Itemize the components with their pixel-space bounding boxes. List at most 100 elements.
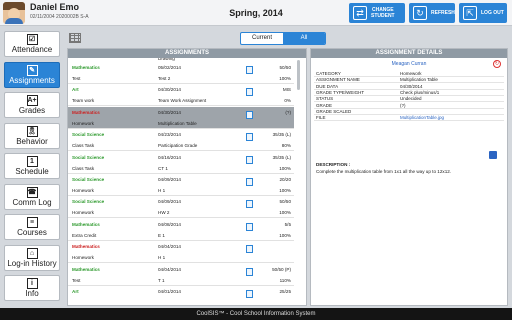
partial-row-title: Drawing [158,58,175,61]
percent: 100% [279,210,291,216]
logout-button[interactable]: ⇱ LOG OUT [459,3,507,23]
assignment-title: H 1 [158,188,166,193]
pencil-icon: ✎ [26,64,38,76]
grid-view-icon[interactable] [69,33,81,43]
assignment-details-panel: ASSIGNMENT DETAILS Meagan Curran ↻ CATEG… [310,48,508,306]
filter-current-button[interactable]: Current [241,33,283,44]
filter-toggle: Current All [240,32,326,45]
sidebar-item-assignments[interactable]: ✎ Assignments [4,61,60,88]
due-date: 04/23/2014 [158,132,181,138]
logout-label: LOG OUT [481,10,504,16]
document-icon[interactable] [246,66,253,74]
document-icon[interactable] [246,88,253,97]
detail-value: Multiplication Table [400,77,438,83]
sidebar-item-label: Courses [17,228,47,237]
due-date: 05/02/2014 [158,65,181,70]
detail-key: GRADE SCALED [316,108,352,114]
refresh-button[interactable]: ↻ REFRESH [409,3,455,23]
sidebar-item-behavior[interactable]: 🎗 Behavior [4,122,60,149]
sidebar-item-info[interactable]: i Info [4,275,60,301]
course-name: Art [72,289,79,294]
detail-row: STATUS Undecided [314,96,504,103]
course-name: Mathematics [72,244,100,250]
document-icon[interactable] [246,222,253,231]
student-name: Daniel Emo [30,2,80,12]
assignments-list[interactable]: Drawing Mathematics 05/02/2014 50/50 Test Tes… [68,58,306,305]
document-icon[interactable] [246,178,253,186]
refresh-label: REFRESH [431,10,455,16]
detail-key: CATEGORY [316,71,341,76]
sidebar-item-label: Schedule [15,167,49,176]
assignment-row[interactable]: Mathematics 04/04/2014 50/50 (P) Test T 1 110… [68,264,294,286]
sidebar-item-schedule[interactable]: 1 Schedule [4,153,60,179]
assignment-row[interactable]: Art 04/30/2014 MIS Team work Team Work Assig… [68,84,294,107]
sidebar-item-log-in-history[interactable]: ⌂ Log-in History [4,244,60,271]
list-scrollbar[interactable] [297,60,300,90]
assignment-title: H 1 [158,255,166,261]
swap-arrows-icon: ⇄ [353,6,367,20]
sidebar-item-label: Log-in History [7,258,57,268]
document-icon[interactable] [246,245,253,254]
assignments-title: ASSIGNMENTS [68,49,306,58]
assignment-title: Multiplication Table [158,120,197,126]
score: 35/35 (L) [272,132,291,138]
grade-card-icon: A+ [26,95,38,106]
detail-value: 04/30/2014 [400,83,423,89]
refresh-icon: ↻ [413,6,427,20]
sidebar-item-attendance[interactable]: ☑ Attendance [4,31,60,57]
detail-row: GRADE SCALED [314,109,504,115]
assignment-type: Class Task [72,165,95,171]
document-icon[interactable] [246,155,253,164]
percent: 100% [279,188,291,193]
footer-bar: CoolSIS™ - Cool School Information Syste… [0,308,512,320]
assignment-type: Test [72,277,81,283]
detail-row: FILE MultiplicationTable.jpg [314,115,504,122]
sidebar-item-comm-log[interactable]: ☎ Comm Log [4,183,60,210]
checkbox-icon: ☑ [26,34,38,45]
assignment-row[interactable]: Social Science 04/09/2014 20/20 Homework H 1… [68,174,294,196]
due-date: 04/08/2014 [158,221,181,227]
detail-key: FILE [316,115,326,121]
download-file-icon[interactable] [489,151,497,159]
course-name: Social Science [72,132,105,138]
filter-all-button[interactable]: All [283,33,325,44]
course-name: Mathematics [72,65,100,70]
assignment-title: T 1 [158,277,165,283]
detail-key: ASSIGNMENT NAME [316,77,360,83]
document-icon[interactable] [246,133,253,142]
sidebar-item-courses[interactable]: ≡ Courses [4,214,60,240]
assignment-row[interactable]: Social Science 04/23/2014 35/35 (L) Class T… [68,129,294,152]
document-icon[interactable] [246,110,253,119]
document-icon[interactable] [246,200,253,209]
assignment-type: Test [72,76,81,81]
percent: 0% [284,98,291,104]
document-icon[interactable] [246,267,253,276]
assignment-row[interactable]: Mathematics 05/02/2014 50/50 Test Test 2 100% [68,62,294,84]
file-link[interactable]: MultiplicationTable.jpg [400,115,444,120]
sidebar-item-label: Behavior [16,136,48,146]
assignment-row[interactable]: Social Science 04/16/2014 35/35 (L) Class T… [68,152,294,174]
change-student-button[interactable]: ⇄ CHANGE STUDENT [349,3,405,23]
assignment-title: Participation Grade [158,143,198,149]
assignments-panel: ASSIGNMENTS Drawing Mathematics 05/02/2014… [67,48,307,306]
detail-row: CATEGORY Homework [314,71,504,77]
detail-key: STATUS [316,96,334,102]
course-name: Social Science [72,177,105,182]
sidebar-item-grades[interactable]: A+ Grades [4,92,60,118]
assignment-type: Extra Credit [72,232,97,238]
assignment-row[interactable]: Mathematics 04/08/2014 5/5 Extra Credit E 1 1… [68,219,294,241]
top-bar: Daniel Emo 02/11/2004 2020002B S-A Sprin… [0,0,512,26]
assignment-row[interactable]: Social Science 04/09/2014 50/50 Homework HW … [68,196,294,219]
score: 50/50 [279,65,292,70]
assignment-row[interactable]: Mathematics 04/04/2014 Homework H 1 [68,241,294,264]
due-date: 04/30/2014 [158,109,181,115]
assignment-row[interactable]: Mathematics 04/30/2014 (?) Homework Multipli… [68,106,294,129]
calendar-icon: 1 [26,156,38,167]
detail-key: GRADE [316,102,333,108]
course-name: Mathematics [72,221,100,227]
document-icon[interactable] [246,290,253,298]
footer-text: CoolSIS™ - Cool School Information Syste… [196,311,316,317]
detail-refresh-icon[interactable]: ↻ [493,60,501,68]
details-title: ASSIGNMENT DETAILS [311,49,507,58]
assignment-row[interactable]: Art 04/01/2014 25/25 [68,286,294,305]
